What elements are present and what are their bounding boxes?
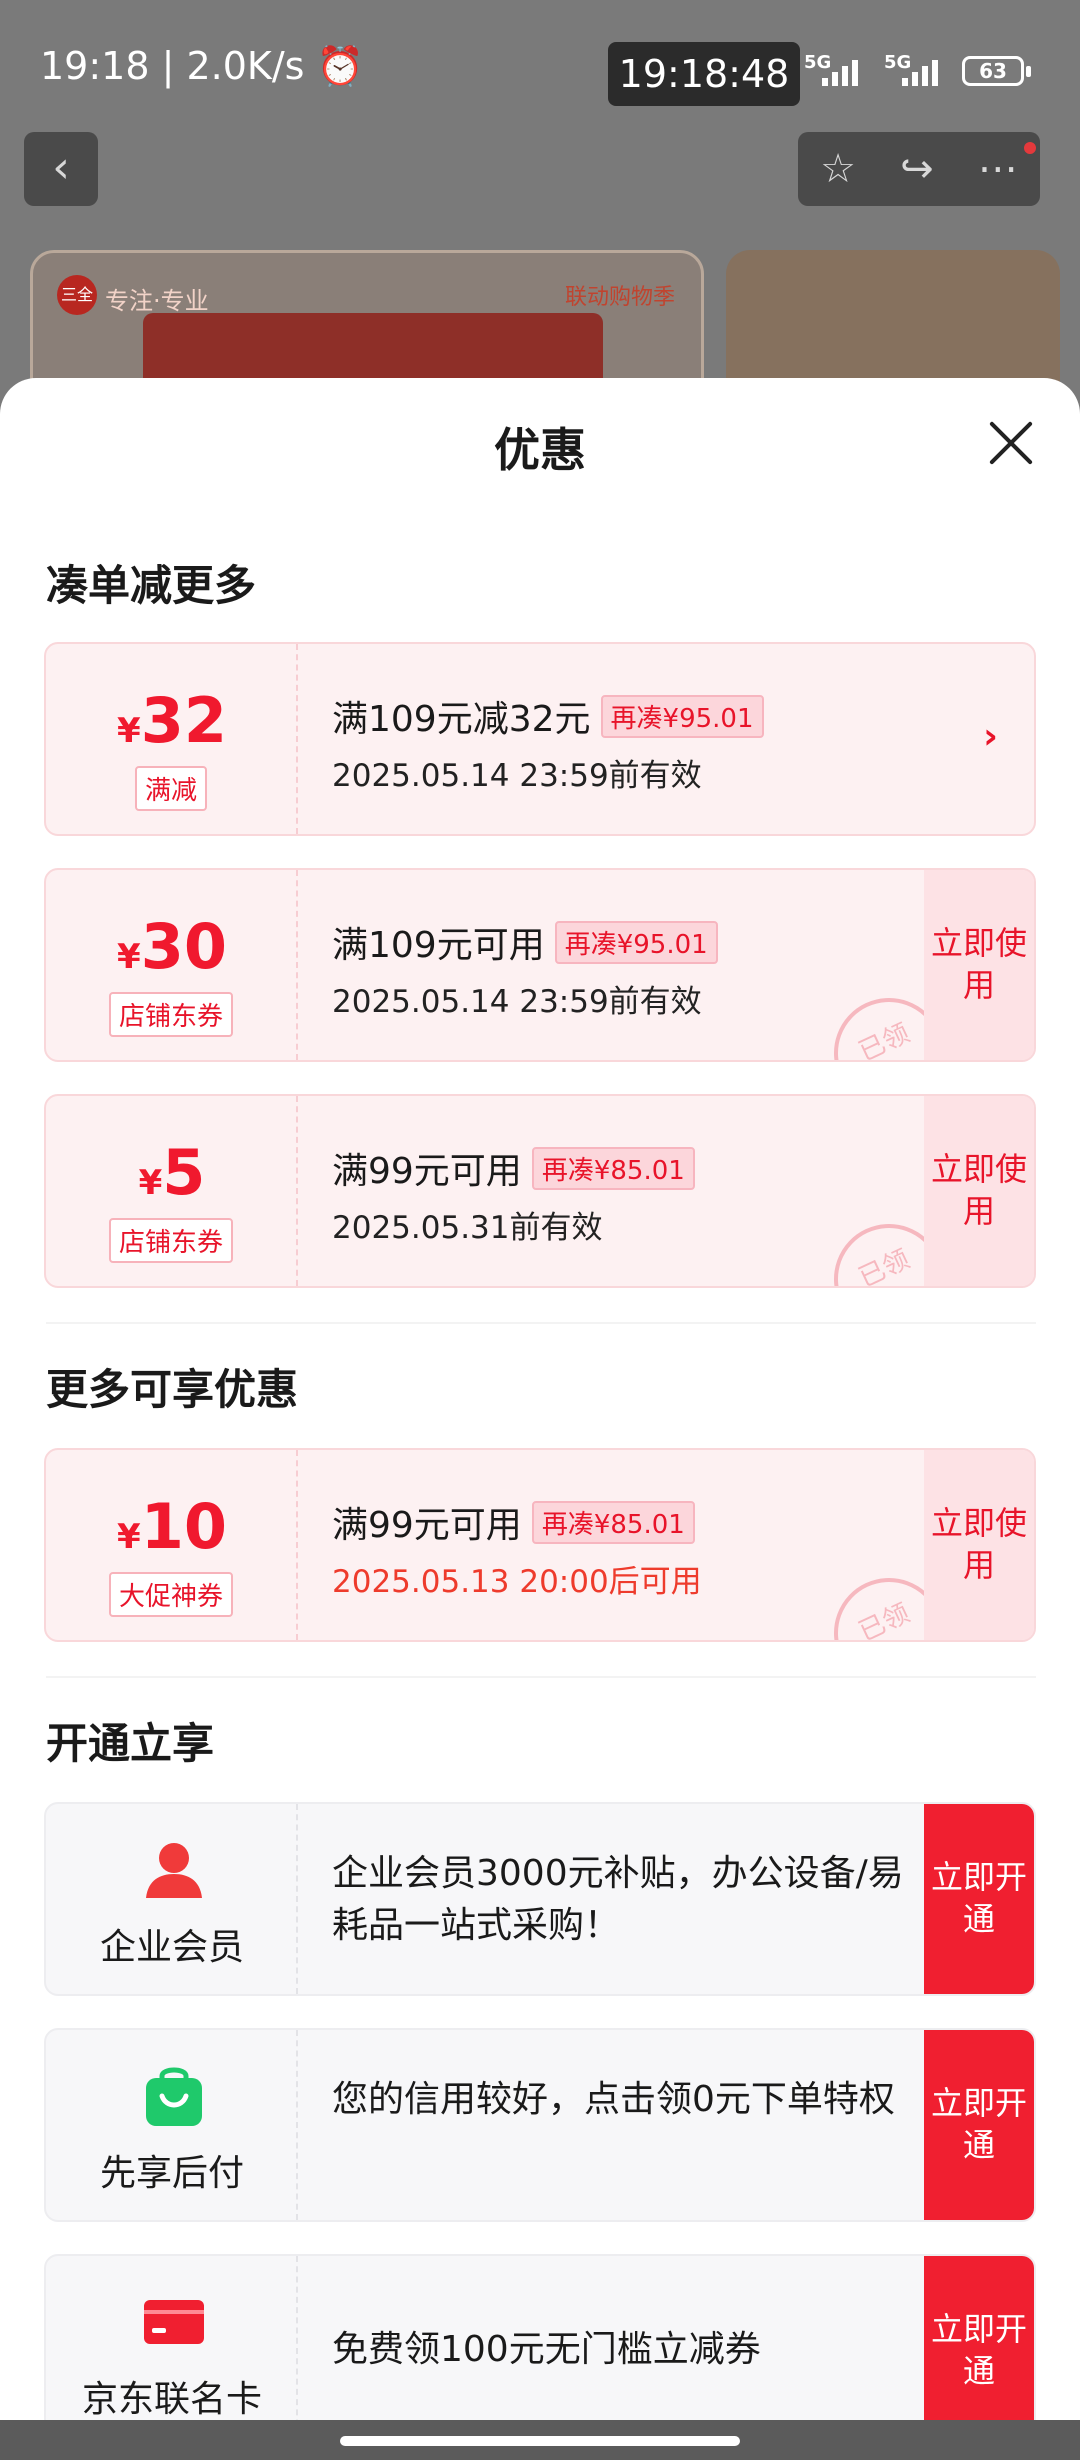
- chevron-right-icon[interactable]: ›: [983, 716, 998, 757]
- signal-icon: [822, 58, 858, 86]
- coupon-amount: ¥5: [138, 1136, 206, 1209]
- share-icon[interactable]: ↪: [900, 146, 934, 192]
- coupon-card[interactable]: ¥32 满减 满109元减32元 再凑¥95.01 2025.05.14 23:5…: [44, 642, 1036, 836]
- close-icon[interactable]: [986, 418, 1036, 468]
- use-now-button[interactable]: 立即使用: [924, 1096, 1034, 1286]
- coupon-card: ¥30 店铺东券 满109元可用 再凑¥95.01 2025.05.14 23:5…: [44, 868, 1036, 1062]
- coupon-type-tag: 大促神券: [108, 1572, 234, 1617]
- coupon-card: ¥5 店铺东券 满99元可用 再凑¥85.01 2025.05.31前有效 已领 …: [44, 1094, 1036, 1288]
- coupon-type-tag: 店铺东券: [108, 992, 234, 1037]
- notification-dot: [1022, 140, 1038, 156]
- battery-icon: 63: [962, 56, 1031, 86]
- back-button[interactable]: ‹: [24, 132, 98, 206]
- coupon-validity: 2025.05.14 23:59前有效: [332, 758, 702, 794]
- coupon-amount: ¥10: [117, 1490, 227, 1563]
- service-description: 企业会员3000元补贴，办公设备/易耗品一站式采购！: [332, 1853, 904, 1946]
- section-title-bundle: 凑单减更多: [46, 561, 257, 610]
- status-clock-overlay: 19:18:48: [608, 42, 800, 106]
- service-card: 京东联名卡 免费领100元无门槛立减券 立即开通: [44, 2254, 1036, 2420]
- status-time-speed: 19:18 | 2.0K/s ⏰: [40, 44, 364, 88]
- coupon-condition: 满99元可用: [332, 1505, 522, 1546]
- sheet-title: 优惠: [494, 423, 586, 477]
- coupon-left: ¥5 店铺东券: [46, 1096, 298, 1286]
- activate-now-button[interactable]: 立即开通: [924, 1804, 1034, 1994]
- discount-sheet: 优惠 凑单减更多 ¥32 满减 满109元减32元 再凑¥95.01 2025.0…: [0, 378, 1080, 2420]
- service-left: 京东联名卡: [46, 2256, 298, 2420]
- coupon-left: ¥30 店铺东券: [46, 870, 298, 1060]
- coupon-left: ¥10 大促神券: [46, 1450, 298, 1640]
- signal-icon-2: [902, 58, 938, 86]
- card-icon: [144, 2300, 204, 2344]
- status-bar: 19:18 | 2.0K/s ⏰ 19:18:48 5G 5G 63: [0, 0, 1080, 130]
- coupon-gap-pill: 再凑¥85.01: [531, 1500, 695, 1544]
- service-card: 企业会员 企业会员3000元补贴，办公设备/易耗品一站式采购！ 立即开通: [44, 1802, 1036, 1996]
- coupon-amount: ¥30: [117, 910, 227, 983]
- coupon-condition: 满109元可用: [332, 925, 545, 966]
- section-title-more: 更多可享优惠: [46, 1365, 299, 1414]
- coupon-left: ¥32 满减: [46, 644, 298, 834]
- coupon-amount: ¥32: [117, 684, 227, 757]
- coupon-gap-pill: 再凑¥95.01: [600, 694, 764, 738]
- service-name: 先享后付: [99, 2153, 244, 2194]
- activate-now-button[interactable]: 立即开通: [924, 2256, 1034, 2420]
- service-left: 企业会员: [46, 1804, 298, 1994]
- home-indicator[interactable]: [340, 2436, 740, 2446]
- service-description: 您的信用较好，点击领0元下单特权: [332, 2079, 895, 2120]
- coupon-gap-pill: 再凑¥95.01: [554, 920, 718, 964]
- brand-slogan: 专注·专业: [105, 287, 209, 315]
- favorite-star-icon[interactable]: ☆: [820, 146, 856, 192]
- person-icon: [146, 1843, 202, 1898]
- service-name: 京东联名卡: [81, 2379, 262, 2420]
- coupon-type-tag: 满减: [134, 766, 208, 811]
- section-divider: [46, 1322, 1036, 1324]
- service-description: 免费领100元无门槛立减券: [332, 2329, 761, 2370]
- coupon-gap-pill: 再凑¥85.01: [531, 1146, 695, 1190]
- section-title-activate: 开通立享: [46, 1719, 215, 1768]
- coupon-card: ¥10 大促神券 满99元可用 再凑¥85.01 2025.05.13 20:00…: [44, 1448, 1036, 1642]
- brand-logo: 三全: [57, 275, 97, 315]
- coupon-type-tag: 店铺东券: [108, 1218, 234, 1263]
- coupon-info: 满109元减32元 再凑¥95.01 2025.05.14 23:59前有效: [332, 690, 952, 795]
- use-now-button[interactable]: 立即使用: [924, 870, 1034, 1060]
- use-now-button[interactable]: 立即使用: [924, 1450, 1034, 1640]
- coupon-condition: 满99元可用: [332, 1151, 522, 1192]
- shopping-bag-icon: [146, 2067, 202, 2126]
- campaign-label: 联动购物季: [564, 285, 675, 310]
- section-divider: [46, 1676, 1036, 1678]
- service-name: 企业会员: [99, 1927, 244, 1968]
- more-icon[interactable]: ⋯: [978, 146, 1018, 192]
- service-left: 先享后付: [46, 2030, 298, 2220]
- service-card: 先享后付 您的信用较好，点击领0元下单特权 立即开通: [44, 2028, 1036, 2222]
- activate-now-button[interactable]: 立即开通: [924, 2030, 1034, 2220]
- coupon-condition: 满109元减32元: [332, 699, 591, 740]
- nav-actions: ☆ ↪ ⋯: [798, 132, 1040, 206]
